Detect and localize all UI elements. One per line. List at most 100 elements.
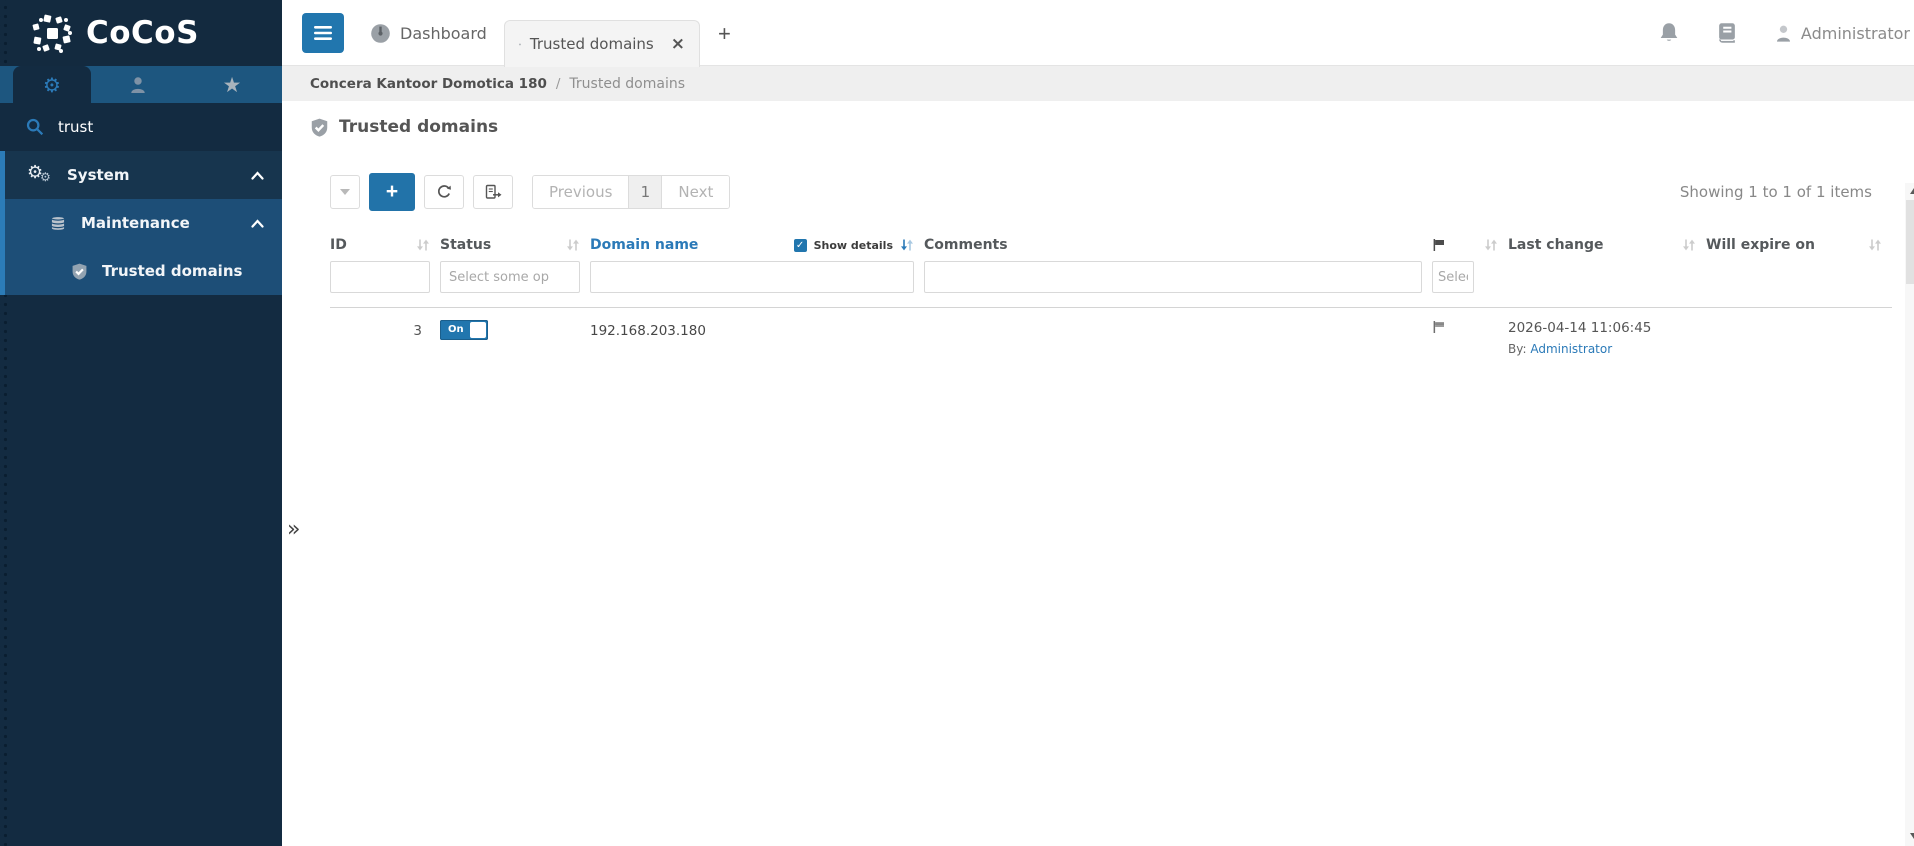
logo-text: CoCoS [86, 15, 199, 51]
book-icon [1716, 22, 1738, 44]
toggle-knob [470, 322, 486, 338]
sidebar-item-trusted-domains[interactable]: Trusted domains [0, 247, 282, 295]
sidebar-item-system[interactable]: ⚙⚙ System [0, 151, 282, 199]
menu-label: Trusted domains [102, 262, 242, 280]
search-input[interactable] [58, 118, 248, 136]
filter-id-input[interactable] [330, 261, 430, 293]
shield-check-icon [71, 263, 88, 280]
sort-icon[interactable] [566, 238, 580, 252]
filter-flag-input[interactable] [1432, 261, 1474, 293]
breadcrumb-current: Trusted domains [569, 76, 685, 92]
export-button[interactable] [473, 175, 513, 209]
cell-flag[interactable] [1432, 320, 1498, 356]
person-icon [128, 75, 148, 95]
star-icon: ★ [223, 73, 242, 97]
gauge-icon [370, 23, 391, 44]
pagination-next[interactable]: Next [662, 176, 729, 208]
cell-status: On [440, 320, 580, 356]
cell-comments [924, 320, 1422, 356]
search-icon [26, 118, 44, 136]
table-row[interactable]: 3 On 192.168.203.180 [330, 308, 1892, 356]
database-icon [49, 215, 67, 232]
column-header-domain-name[interactable]: Domain name ✓ Show details [590, 237, 914, 253]
flag-icon [1432, 320, 1446, 334]
filter-comments-input[interactable] [924, 261, 1422, 293]
toolbar: + Previous [330, 173, 1914, 211]
tab-trusted-domains[interactable]: Trusted domains × [504, 20, 700, 67]
sort-icon[interactable] [1484, 238, 1498, 252]
chevron-up-icon [251, 171, 264, 180]
cell-will-expire-on [1706, 320, 1882, 356]
sort-icon[interactable] [1682, 238, 1696, 252]
new-tab-button[interactable]: + [718, 21, 731, 47]
column-header-id[interactable]: ID [330, 237, 430, 253]
status-toggle[interactable]: On [440, 320, 488, 340]
content-panel: + Previous [282, 149, 1914, 846]
pagination-previous[interactable]: Previous [533, 176, 628, 208]
cell-domain-name: 192.168.203.180 [590, 320, 914, 356]
scroll-down-arrow[interactable] [1905, 828, 1914, 844]
show-details-label: Show details [814, 239, 893, 252]
sidebar-tabbar: ⚙ ★ [0, 66, 282, 103]
tab-label: Dashboard [400, 24, 487, 43]
filter-domain-input[interactable] [590, 261, 914, 293]
by-user-link[interactable]: Administrator [1530, 342, 1612, 356]
notifications-button[interactable] [1658, 22, 1680, 44]
cocos-logo-icon [30, 11, 74, 55]
close-icon[interactable]: × [671, 36, 685, 53]
breadcrumb-separator: / [556, 76, 561, 92]
shield-check-icon [310, 118, 329, 137]
logo[interactable]: CoCoS [0, 0, 282, 66]
main-area: Dashboard Trusted domains × + [282, 0, 1914, 846]
user-menu[interactable]: Administrator [1774, 24, 1910, 43]
scrollbar-thumb[interactable] [1906, 200, 1914, 284]
actions-dropdown-button[interactable] [330, 175, 360, 209]
pagination: Previous 1 Next [532, 175, 730, 209]
table-header-row: ID Status Domain nam [330, 237, 1892, 253]
cell-last-change: 2026-04-14 11:06:45 By: Administrator [1508, 320, 1696, 356]
scroll-up-arrow[interactable] [1905, 183, 1914, 199]
show-details-checkbox[interactable]: ✓ [794, 239, 807, 252]
breadcrumb-root[interactable]: Concera Kantoor Domotica 180 [310, 76, 547, 92]
vertical-scrollbar[interactable] [1905, 183, 1914, 846]
user-name: Administrator [1801, 24, 1910, 43]
flag-icon [1432, 238, 1446, 252]
cell-id: 3 [330, 320, 430, 356]
hamburger-icon [314, 26, 332, 40]
topbar: Dashboard Trusted domains × + [282, 0, 1914, 66]
tab-label: Trusted domains [530, 35, 654, 53]
sidebar-search [0, 103, 282, 151]
menu-label: System [67, 166, 129, 184]
sort-icon-active[interactable] [900, 238, 914, 252]
refresh-button[interactable] [424, 175, 464, 209]
column-header-comments[interactable]: Comments [924, 237, 1422, 253]
sidebar-expander-icon[interactable]: » [287, 517, 300, 542]
menu-label: Maintenance [81, 214, 190, 232]
sidebar-tab-favorites[interactable]: ★ [185, 66, 279, 103]
showing-summary: Showing 1 to 1 of 1 items [1680, 183, 1872, 201]
sidebar-menu: ⚙⚙ System Maintenance [0, 151, 282, 295]
add-button[interactable]: + [369, 173, 415, 211]
table-filter-row [330, 261, 1892, 308]
breadcrumb: Concera Kantoor Domotica 180 / Trusted d… [282, 66, 1914, 101]
chevron-up-icon [251, 219, 264, 228]
sidebar-tab-users[interactable] [91, 66, 185, 103]
tab-dashboard[interactable]: Dashboard [370, 0, 487, 66]
column-header-status[interactable]: Status [440, 237, 580, 253]
sort-icon[interactable] [1868, 238, 1882, 252]
column-header-last-change[interactable]: Last change [1508, 237, 1696, 253]
pagination-page-1[interactable]: 1 [628, 176, 662, 208]
menu-toggle-button[interactable] [302, 13, 344, 53]
trusted-domains-table: ID Status Domain nam [330, 237, 1892, 356]
sidebar-item-maintenance[interactable]: Maintenance [0, 199, 282, 247]
filter-status-input[interactable] [440, 261, 580, 293]
sort-icon[interactable] [416, 238, 430, 252]
page-header: Trusted domains [282, 101, 1914, 149]
log-book-button[interactable] [1716, 22, 1738, 44]
sidebar-tab-settings[interactable]: ⚙ [13, 66, 91, 103]
bell-icon [1658, 22, 1680, 44]
column-header-flag[interactable] [1432, 237, 1498, 253]
export-icon [485, 184, 502, 200]
sidebar: CoCoS ⚙ ★ ⚙⚙ [0, 0, 282, 846]
column-header-will-expire-on[interactable]: Will expire on [1706, 237, 1882, 253]
